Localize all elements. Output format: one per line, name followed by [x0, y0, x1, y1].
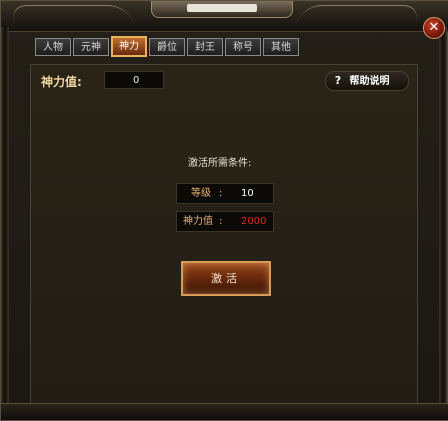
level-sep: :	[219, 188, 223, 199]
title-ornament-right	[295, 5, 423, 24]
tab-kingship[interactable]: 封王	[187, 38, 223, 56]
level-condition: 等级 : 10	[176, 183, 274, 204]
power-sep: :	[219, 216, 223, 227]
level-label: 等级	[191, 188, 211, 199]
tab-divine-power[interactable]: 神力	[111, 36, 147, 57]
tab-title[interactable]: 称号	[225, 38, 261, 56]
power-label: 神力值	[183, 216, 213, 227]
left-border	[1, 27, 9, 407]
tab-bar: 人物 元神 神力 爵位 封王 称号 其他	[35, 36, 300, 60]
bottom-border	[1, 403, 448, 420]
tab-character[interactable]: 人物	[35, 38, 71, 56]
tab-rank[interactable]: 爵位	[149, 38, 185, 56]
tab-other[interactable]: 其他	[263, 38, 299, 56]
divine-power-panel: 神力值: 0 ? 帮助说明	[30, 64, 418, 405]
title-ornament-left	[7, 5, 135, 24]
level-value: 10	[241, 188, 254, 199]
window-frame: ✕ 人物 元神 神力 爵位 封王 称号 其他 神力值: 0 ? 帮助说明 激活所…	[0, 0, 448, 421]
conditions-title: 激活所需条件:	[188, 158, 252, 169]
right-border	[439, 27, 447, 407]
help-button[interactable]: ? 帮助说明	[325, 71, 409, 91]
close-icon: ✕	[428, 20, 440, 35]
power-condition: 神力值 : 2000	[176, 211, 274, 232]
close-button[interactable]: ✕	[423, 17, 445, 39]
power-value: 2000	[241, 216, 267, 227]
divine-power-value: 0	[104, 71, 164, 89]
question-icon: ?	[334, 74, 342, 87]
title-bar[interactable]	[1, 1, 448, 32]
window-title	[187, 4, 257, 12]
tab-spirit[interactable]: 元神	[73, 38, 109, 56]
help-label: 帮助说明	[349, 76, 390, 87]
activate-button[interactable]: 激活	[181, 261, 271, 296]
divine-power-label: 神力值:	[41, 75, 82, 89]
